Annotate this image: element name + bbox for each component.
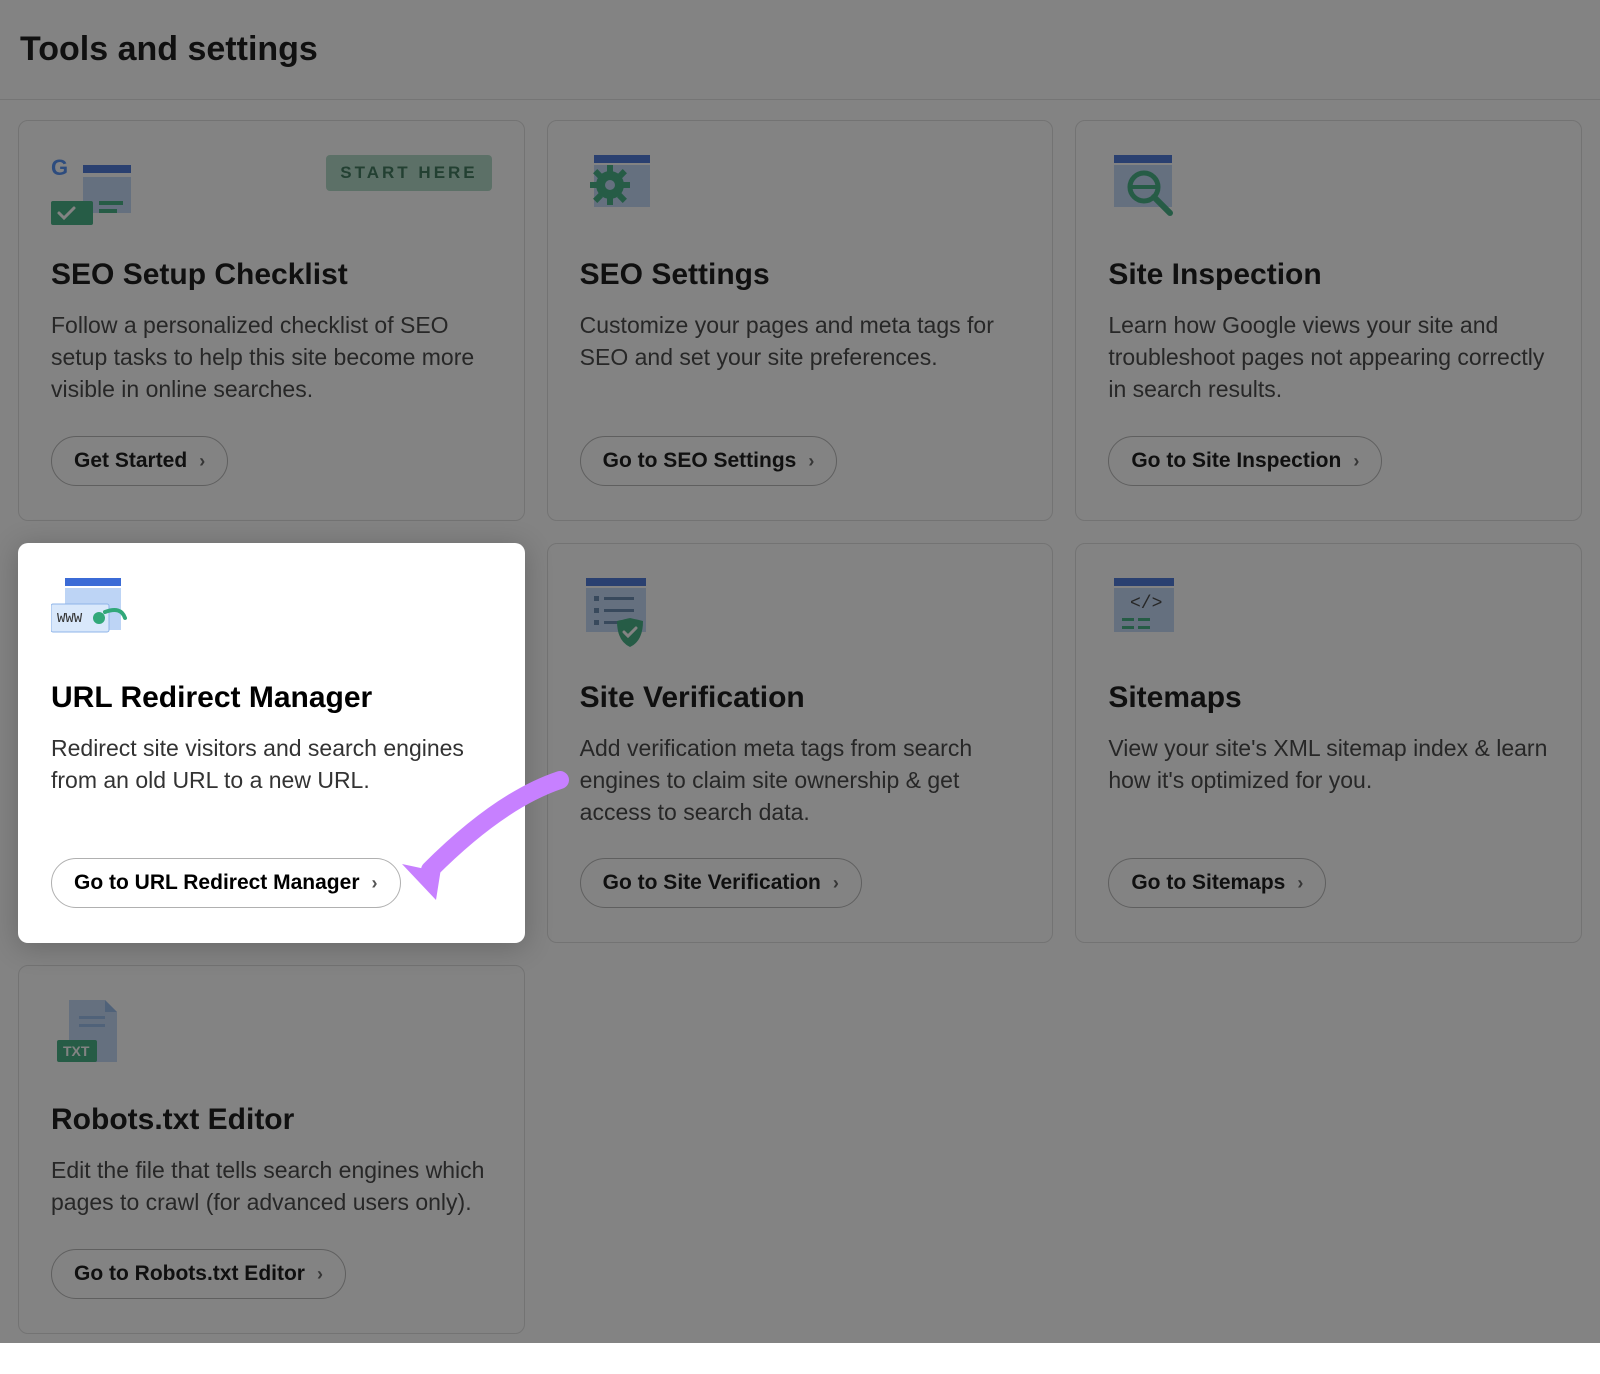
- card-title: Sitemaps: [1108, 680, 1549, 716]
- button-label: Go to Site Verification: [603, 871, 821, 895]
- go-to-robots-txt-editor-button[interactable]: Go to Robots.txt Editor ›: [51, 1249, 346, 1299]
- chevron-right-icon: ›: [833, 874, 839, 892]
- card-desc: View your site's XML sitemap index & lea…: [1108, 732, 1549, 796]
- card-desc: Add verification meta tags from search e…: [580, 732, 1021, 829]
- shield-list-icon: [580, 578, 660, 650]
- svg-text:G: G: [51, 155, 68, 180]
- page-title: Tools and settings: [20, 30, 1580, 69]
- go-to-site-inspection-button[interactable]: Go to Site Inspection ›: [1108, 436, 1382, 486]
- card-sitemaps[interactable]: </> Sitemaps View your site's XML sitema…: [1075, 543, 1582, 944]
- svg-text:TXT: TXT: [63, 1043, 90, 1059]
- chevron-right-icon: ›: [1353, 452, 1359, 470]
- card-title: SEO Settings: [580, 257, 1021, 293]
- txt-file-icon: TXT: [51, 1000, 131, 1072]
- card-url-redirect-manager[interactable]: WWW URL Redirect Manager Redirect site v…: [18, 543, 525, 944]
- go-to-sitemaps-button[interactable]: Go to Sitemaps ›: [1108, 858, 1326, 908]
- card-desc: Customize your pages and meta tags for S…: [580, 309, 1021, 373]
- chevron-right-icon: ›: [372, 874, 378, 892]
- card-site-verification[interactable]: Site Verification Add verification meta …: [547, 543, 1054, 944]
- chevron-right-icon: ›: [808, 452, 814, 470]
- start-here-badge: START HERE: [326, 155, 491, 191]
- button-label: Go to SEO Settings: [603, 449, 797, 473]
- magnifier-window-icon: [1108, 155, 1188, 227]
- chevron-right-icon: ›: [1297, 874, 1303, 892]
- svg-text:</>: </>: [1130, 594, 1162, 614]
- card-desc: Edit the file that tells search engines …: [51, 1154, 492, 1218]
- card-desc: Learn how Google views your site and tro…: [1108, 309, 1549, 406]
- card-seo-setup-checklist[interactable]: G START HERE SEO Setup Checklist Follow …: [18, 120, 525, 521]
- checklist-icon: G: [51, 155, 131, 227]
- card-desc: Follow a personalized checklist of SEO s…: [51, 309, 492, 406]
- gear-window-icon: [580, 155, 660, 227]
- go-to-seo-settings-button[interactable]: Go to SEO Settings ›: [580, 436, 838, 486]
- card-title: Site Verification: [580, 680, 1021, 716]
- go-to-site-verification-button[interactable]: Go to Site Verification ›: [580, 858, 862, 908]
- card-title: SEO Setup Checklist: [51, 257, 492, 293]
- page-header: Tools and settings: [0, 0, 1600, 100]
- card-site-inspection[interactable]: Site Inspection Learn how Google views y…: [1075, 120, 1582, 521]
- svg-text:WWW: WWW: [57, 611, 83, 627]
- button-label: Go to Sitemaps: [1131, 871, 1285, 895]
- sitemap-code-icon: </>: [1108, 578, 1188, 650]
- card-title: Robots.txt Editor: [51, 1102, 492, 1138]
- get-started-button[interactable]: Get Started ›: [51, 436, 228, 486]
- card-title: Site Inspection: [1108, 257, 1549, 293]
- chevron-right-icon: ›: [199, 452, 205, 470]
- url-redirect-icon: WWW: [51, 578, 131, 650]
- card-seo-settings[interactable]: SEO Settings Customize your pages and me…: [547, 120, 1054, 521]
- button-label: Go to URL Redirect Manager: [74, 871, 360, 895]
- card-robots-txt-editor[interactable]: TXT Robots.txt Editor Edit the file that…: [18, 965, 525, 1333]
- button-label: Go to Site Inspection: [1131, 449, 1341, 473]
- button-label: Get Started: [74, 449, 187, 473]
- cards-grid: G START HERE SEO Setup Checklist Follow …: [18, 120, 1582, 1334]
- chevron-right-icon: ›: [317, 1265, 323, 1283]
- button-label: Go to Robots.txt Editor: [74, 1262, 305, 1286]
- go-to-url-redirect-manager-button[interactable]: Go to URL Redirect Manager ›: [51, 858, 401, 908]
- card-desc: Redirect site visitors and search engine…: [51, 732, 492, 796]
- card-title: URL Redirect Manager: [51, 680, 492, 716]
